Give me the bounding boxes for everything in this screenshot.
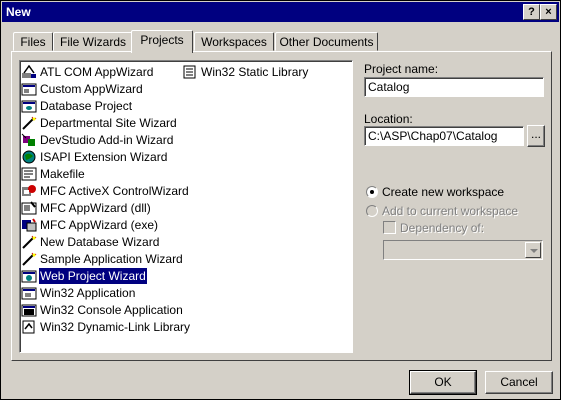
list-item-label: ISAPI Extension Wizard	[40, 150, 168, 164]
list-item-label: ATL COM AppWizard	[40, 65, 154, 79]
wizard-wand-icon	[21, 252, 37, 266]
close-button[interactable]: ×	[540, 4, 557, 20]
activex-icon	[21, 184, 37, 198]
cancel-button[interactable]: Cancel	[485, 371, 553, 394]
wizard-wand-icon	[21, 116, 37, 130]
dependency-label: Dependency of:	[400, 221, 485, 235]
list-item-label: Custom AppWizard	[40, 82, 143, 96]
list-item-label: Database Project	[40, 99, 133, 113]
tab-other-documents[interactable]: Other Documents	[275, 32, 378, 51]
browse-button[interactable]: ...	[527, 125, 545, 147]
create-workspace-label: Create new workspace	[382, 185, 505, 199]
radio-selected-dot	[370, 190, 374, 194]
mfc-dll-icon	[21, 201, 37, 215]
dependency-checkbox[interactable]	[383, 221, 396, 234]
add-workspace-radio[interactable]	[366, 205, 378, 217]
list-item-label: New Database Wizard	[40, 235, 160, 249]
list-item-label: DevStudio Add-in Wizard	[40, 133, 174, 147]
list-item-label: MFC AppWizard (exe)	[40, 218, 159, 232]
ok-button[interactable]: OK	[409, 370, 477, 395]
database-icon	[21, 99, 37, 113]
addin-icon	[21, 133, 37, 147]
location-label: Location:	[364, 112, 413, 126]
atl-wizard-icon	[21, 64, 37, 79]
globe-icon	[21, 150, 37, 164]
tab-workspaces[interactable]: Workspaces	[194, 32, 274, 51]
project-name-label: Project name:	[364, 62, 439, 76]
list-item-label: MFC ActiveX ControlWizard	[40, 184, 189, 198]
list-item-label: Departmental Site Wizard	[40, 116, 177, 130]
tab-file-wizards[interactable]: File Wizards	[53, 32, 133, 51]
static-lib-icon	[182, 65, 198, 79]
web-project-icon	[21, 269, 37, 283]
mfc-exe-icon	[21, 218, 37, 232]
tab-files[interactable]: Files	[13, 32, 53, 51]
dependency-dropdown[interactable]	[383, 240, 543, 260]
window-title: New	[6, 5, 31, 19]
wizard-wand-icon	[21, 235, 37, 249]
chevron-down-icon[interactable]	[525, 242, 541, 258]
list-item-label: Win32 Static Library	[201, 65, 309, 79]
add-workspace-label: Add to current workspace	[382, 204, 519, 218]
project-name-field[interactable]: Catalog	[364, 77, 544, 97]
win32-app-icon	[21, 286, 37, 300]
list-item-label: Win32 Console Application	[40, 303, 183, 317]
create-workspace-radio[interactable]	[366, 186, 378, 198]
console-icon	[21, 303, 37, 317]
list-item-label: Web Project Wizard	[38, 267, 148, 285]
location-field[interactable]: C:\ASP\Chap07\Catalog	[364, 126, 524, 146]
project-type-list[interactable]: ATL COM AppWizard Custom AppWizard Databas…	[19, 60, 353, 353]
makefile-icon	[21, 167, 37, 181]
title-bar[interactable]: New ? ×	[2, 2, 559, 22]
new-dialog: New ? × Files File Wizards Projects Work…	[0, 0, 561, 400]
list-item-label: Win32 Dynamic-Link Library	[40, 320, 191, 334]
tab-projects[interactable]: Projects	[131, 30, 193, 53]
list-item-label: MFC AppWizard (dll)	[40, 201, 151, 215]
list-item-label: Sample Application Wizard	[40, 252, 183, 266]
dll-icon	[21, 320, 37, 334]
custom-wizard-icon	[21, 82, 37, 96]
list-item-label: Win32 Application	[40, 286, 136, 300]
list-item-label: Makefile	[40, 167, 85, 181]
help-button[interactable]: ?	[523, 4, 540, 20]
